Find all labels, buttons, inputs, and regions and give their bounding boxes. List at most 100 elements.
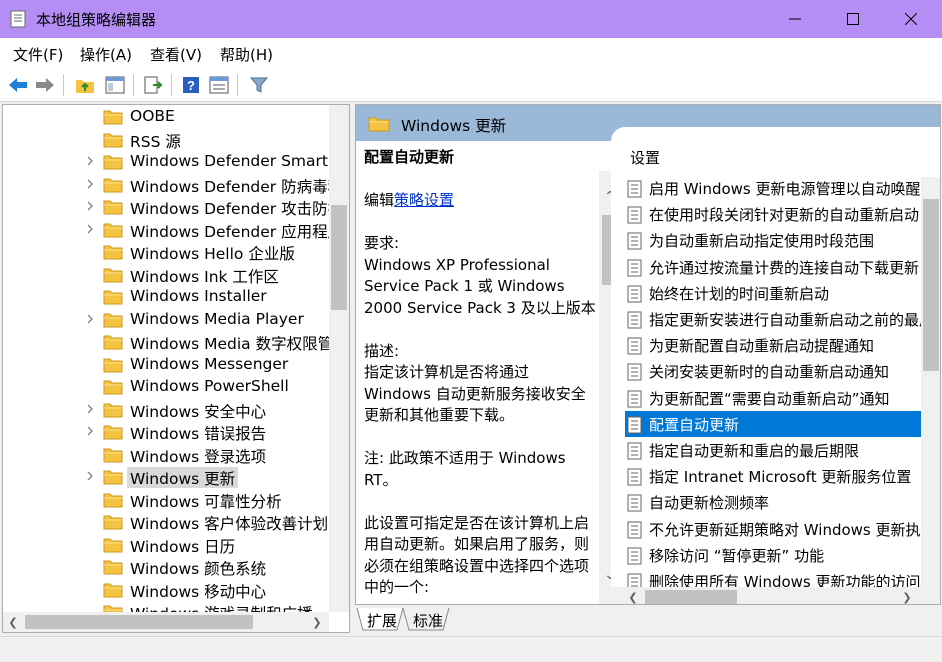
chevron-right-icon[interactable] bbox=[85, 155, 95, 167]
folder-icon bbox=[103, 200, 123, 215]
tree-item[interactable]: Windows Defender SmartScreen bbox=[3, 151, 335, 173]
settings-vertical-scroll-thumb[interactable] bbox=[923, 199, 939, 371]
maximize-button[interactable] bbox=[824, 0, 882, 38]
scroll-left-arrow-icon[interactable]: ❮ bbox=[5, 614, 21, 630]
menu-file[interactable]: 文件(F) bbox=[13, 44, 63, 65]
setting-label: 在使用时段关闭针对更新的自动重新启动 bbox=[649, 206, 920, 225]
edit-policy-link[interactable]: 策略设置 bbox=[394, 191, 454, 209]
tree-item[interactable]: OOBE bbox=[3, 106, 335, 128]
menu-action[interactable]: 操作(A) bbox=[80, 44, 132, 65]
chevron-right-icon[interactable] bbox=[85, 223, 95, 235]
setting-row[interactable]: 为自动重新启动指定使用时段范围 bbox=[625, 227, 921, 253]
setting-row[interactable]: 配置自动更新 bbox=[625, 410, 921, 437]
tree-item-label: Windows 可靠性分析 bbox=[130, 492, 282, 511]
setting-row[interactable]: 始终在计划的时间重新启动 bbox=[625, 280, 921, 306]
tree-item[interactable]: Windows 客户体验改善计划 bbox=[3, 511, 335, 533]
close-button[interactable] bbox=[882, 0, 940, 38]
show-hide-tree-button[interactable] bbox=[103, 73, 127, 97]
setting-row[interactable]: 指定更新安装进行自动重新启动之前的最后期限 bbox=[625, 306, 921, 332]
export-list-icon bbox=[144, 76, 163, 94]
tree-item-label: Windows 安全中心 bbox=[130, 402, 267, 421]
tree-item[interactable]: RSS 源 bbox=[3, 129, 335, 151]
menu-view[interactable]: 查看(V) bbox=[150, 44, 202, 65]
filter-button[interactable] bbox=[247, 73, 271, 97]
back-button[interactable] bbox=[6, 73, 30, 97]
export-list-button[interactable] bbox=[141, 73, 165, 97]
tree-horizontal-scrollbar[interactable]: ❮ ❯ bbox=[3, 612, 329, 632]
tree-item[interactable]: Windows Installer bbox=[3, 286, 335, 308]
setting-row[interactable]: 在使用时段关闭针对更新的自动重新启动 bbox=[625, 201, 921, 227]
tree-vertical-scrollbar[interactable] bbox=[329, 105, 349, 612]
setting-row[interactable]: 为更新配置自动重新启动提醒通知 bbox=[625, 332, 921, 358]
settings-horizontal-scrollbar[interactable]: ❮ ❯ bbox=[611, 587, 940, 604]
policy-tree[interactable]: OOBE RSS 源Windows Defender SmartScreen Win… bbox=[2, 104, 350, 633]
setting-row[interactable]: 启用 Windows 更新电源管理以自动唤醒系统来安装计划的更新 bbox=[625, 175, 921, 201]
tree-item[interactable]: Windows Ink 工作区 bbox=[3, 264, 335, 286]
setting-label: 为更新配置“需要自动重新启动”通知 bbox=[649, 389, 890, 408]
tree-horizontal-scroll-thumb[interactable] bbox=[25, 615, 253, 629]
tree-item-label: Windows Defender 攻击防护 bbox=[130, 200, 335, 218]
tree-item[interactable]: Windows 错误报告 bbox=[3, 421, 335, 443]
tab-extended[interactable]: 扩展 bbox=[367, 608, 397, 632]
setting-row[interactable]: 不允许更新延期策略对 Windows 更新执行扫描 bbox=[625, 516, 921, 542]
maximize-icon bbox=[847, 13, 859, 25]
setting-row[interactable]: 自动更新检测频率 bbox=[625, 489, 921, 515]
setting-label: 为更新配置自动重新启动提醒通知 bbox=[649, 337, 875, 356]
tree-item[interactable]: Windows 可靠性分析 bbox=[3, 489, 335, 511]
minimize-button[interactable] bbox=[766, 0, 824, 38]
folder-icon bbox=[103, 290, 123, 305]
description-title: 配置自动更新 bbox=[364, 148, 455, 166]
policy-setting-icon bbox=[627, 259, 642, 277]
setting-row[interactable]: 允许通过按流量计费的连接自动下载更新 bbox=[625, 254, 921, 280]
window-title: 本地组策略编辑器 bbox=[36, 11, 157, 29]
scroll-left-arrow-icon[interactable]: ❮ bbox=[625, 589, 641, 604]
settings-vertical-scrollbar[interactable] bbox=[921, 177, 940, 587]
tab-standard[interactable]: 标准 bbox=[413, 608, 443, 632]
chevron-right-icon[interactable] bbox=[85, 403, 95, 415]
chevron-right-icon[interactable] bbox=[85, 200, 95, 212]
settings-horizontal-scroll-thumb[interactable] bbox=[645, 590, 737, 604]
tree-item[interactable]: Windows Media Player bbox=[3, 309, 335, 331]
policy-setting-icon bbox=[627, 468, 642, 486]
chevron-right-icon[interactable] bbox=[85, 425, 95, 437]
tree-item[interactable]: Windows Media 数字权限管理 bbox=[3, 331, 335, 353]
tree-item[interactable]: Windows 安全中心 bbox=[3, 399, 335, 421]
tree-item[interactable]: Windows Defender 应用程序防护 bbox=[3, 219, 335, 241]
menu-help[interactable]: 帮助(H) bbox=[220, 44, 273, 65]
tree-item[interactable]: Windows 日历 bbox=[3, 534, 335, 556]
setting-row[interactable]: 移除访问 “暂停更新” 功能 bbox=[625, 542, 921, 568]
tree-item-label: Windows Media 数字权限管理 bbox=[130, 335, 335, 353]
scroll-right-arrow-icon[interactable]: ❯ bbox=[309, 614, 325, 630]
policy-setting-icon bbox=[627, 390, 642, 408]
tree-item[interactable]: Windows Defender 防病毒程序 bbox=[3, 174, 335, 196]
chevron-right-icon[interactable] bbox=[85, 470, 95, 482]
folder-icon bbox=[368, 117, 390, 132]
setting-row[interactable]: 关闭安装更新时的自动重新启动通知 bbox=[625, 358, 921, 384]
settings-column-header[interactable]: 设置 bbox=[630, 147, 660, 168]
tree-vertical-scroll-thumb[interactable] bbox=[331, 205, 347, 310]
tree-item[interactable]: Windows Hello 企业版 bbox=[3, 241, 335, 263]
setting-row[interactable]: 指定自动更新和重启的最后期限 bbox=[625, 437, 921, 463]
chevron-right-icon[interactable] bbox=[85, 178, 95, 190]
setting-row[interactable]: 指定 Intranet Microsoft 更新服务位置 bbox=[625, 463, 921, 489]
folder-icon bbox=[103, 358, 123, 372]
tree-item[interactable]: Windows PowerShell bbox=[3, 376, 335, 398]
up-level-button[interactable] bbox=[73, 73, 97, 97]
tree-item[interactable]: Windows Defender 攻击防护 bbox=[3, 196, 335, 218]
forward-button[interactable] bbox=[33, 73, 57, 97]
tree-item[interactable]: Windows 颜色系统 bbox=[3, 556, 335, 578]
tree-item[interactable]: Windows 移动中心 bbox=[3, 579, 335, 601]
tree-item[interactable]: Windows 更新 bbox=[3, 466, 335, 488]
tree-item[interactable]: Windows Messenger bbox=[3, 354, 335, 376]
help-button[interactable]: ? bbox=[179, 73, 203, 97]
tree-item[interactable]: Windows 登录选项 bbox=[3, 444, 335, 466]
note-text: 注: 此政策不适用于 Windows RT。 bbox=[364, 449, 566, 489]
setting-label: 指定 Intranet Microsoft 更新服务位置 bbox=[649, 468, 912, 487]
properties-button[interactable] bbox=[207, 73, 231, 97]
chevron-right-icon[interactable] bbox=[85, 313, 95, 325]
help-icon: ? bbox=[183, 77, 199, 93]
setting-label: 始终在计划的时间重新启动 bbox=[649, 284, 830, 303]
setting-row[interactable]: 为更新配置“需要自动重新启动”通知 bbox=[625, 385, 921, 411]
policy-setting-icon bbox=[627, 285, 642, 303]
scroll-right-arrow-icon[interactable]: ❯ bbox=[899, 589, 915, 604]
